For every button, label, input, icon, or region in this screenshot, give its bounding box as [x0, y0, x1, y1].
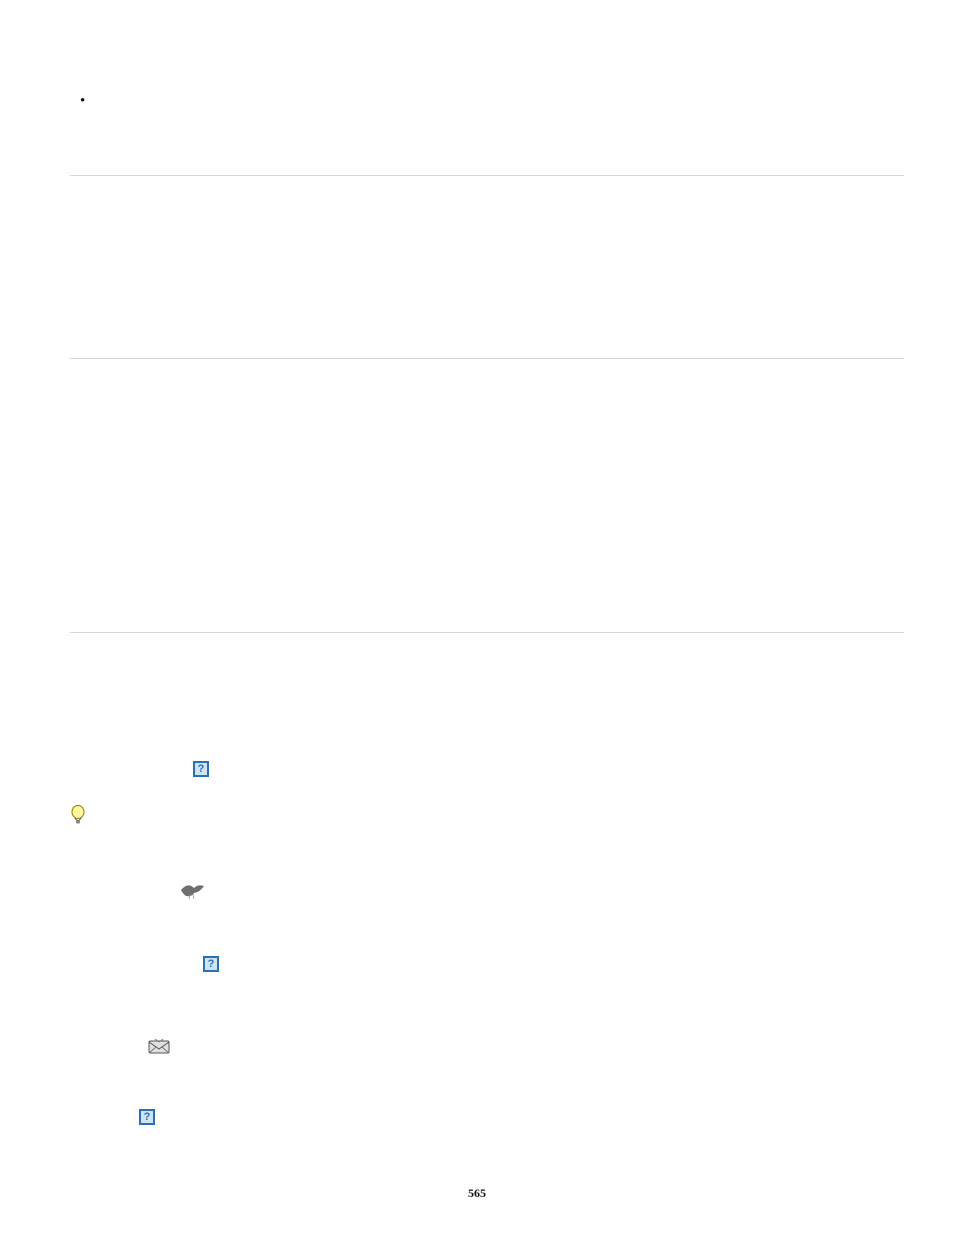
question-icon: ? — [193, 761, 209, 777]
item-bulb — [70, 805, 904, 831]
question-icon: ? — [139, 1109, 155, 1125]
envelope-icon — [148, 1038, 170, 1060]
page: • ? — [0, 0, 954, 1235]
bird-icon — [178, 880, 206, 906]
item-q2: ? — [70, 956, 904, 972]
lightbulb-icon — [70, 805, 86, 831]
content-area: • ? — [70, 80, 904, 1125]
item-q3: ? — [70, 1109, 904, 1125]
page-number: 565 — [0, 1186, 954, 1201]
bullet-mark: • — [70, 90, 904, 113]
item-bird — [70, 880, 904, 906]
item-envelope — [70, 1038, 904, 1060]
item-q1: ? — [70, 761, 904, 777]
question-icon: ? — [203, 956, 219, 972]
